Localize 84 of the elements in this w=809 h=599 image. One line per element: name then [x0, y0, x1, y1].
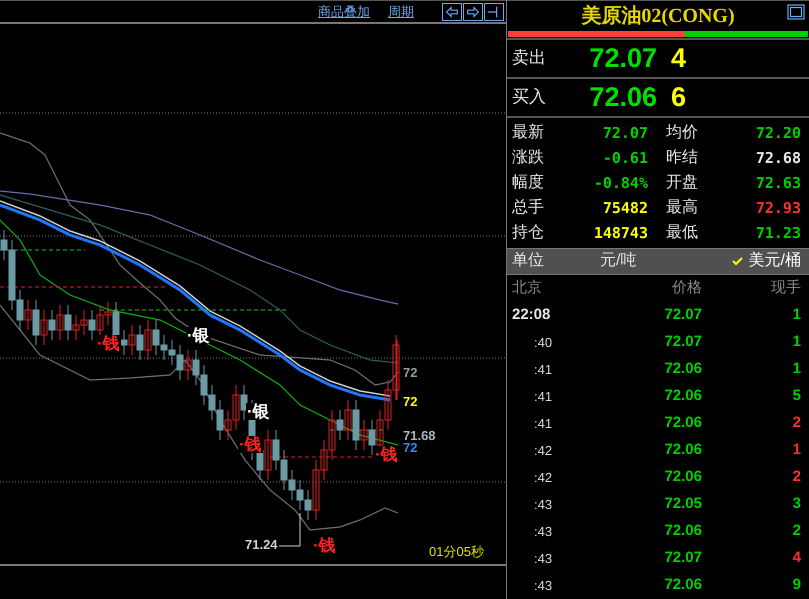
stat-value: 71.23: [756, 223, 801, 244]
signal-marker: ·银: [186, 327, 211, 344]
tick-price: 72.06: [663, 575, 702, 596]
unit-label: 单位: [512, 251, 545, 272]
tick-time: 22:08: [512, 305, 552, 326]
tick-volume: 2: [792, 413, 801, 434]
column-header: 北京: [512, 278, 543, 298]
stat-label: 开盘: [666, 173, 698, 194]
tick-volume: 9: [792, 575, 801, 596]
tick-volume: 5: [792, 386, 801, 406]
tick-time: :42: [533, 442, 554, 460]
tick-price: 72.05: [663, 494, 702, 514]
tick-price: 72.06: [663, 386, 702, 406]
stat-label: 均价: [666, 123, 698, 144]
quote-label: 卖出: [511, 47, 547, 70]
toolbar-link[interactable]: 周期: [388, 5, 414, 18]
signal-marker: ·钱: [238, 436, 263, 453]
tick-time: :43: [533, 576, 554, 595]
price-label: 71.68: [402, 429, 437, 442]
stat-value: 72.93: [756, 198, 801, 220]
price-label: 72: [402, 395, 418, 408]
tick-price: 72.07: [663, 548, 702, 568]
tick-price: 72.06: [663, 521, 702, 542]
stat-label: 最高: [666, 198, 698, 218]
tick-time: :43: [533, 550, 554, 568]
stat-value: 148743: [594, 223, 648, 244]
check-icon: [732, 256, 743, 266]
stat-label: 最低: [666, 223, 698, 244]
tick-price: 72.06: [663, 413, 702, 434]
tick-price: 72.07: [663, 305, 702, 326]
stat-value: 72.07: [602, 123, 648, 144]
column-header: 现手: [770, 278, 801, 298]
quote-price: 72.07: [588, 42, 657, 75]
tick-volume: 1: [792, 359, 801, 380]
unit-option[interactable]: 元/吨: [600, 249, 636, 274]
stat-label: 昨结: [666, 148, 698, 168]
maximize-icon[interactable]: [787, 4, 805, 20]
stat-label: 幅度: [512, 172, 544, 194]
tick-volume: 2: [792, 467, 801, 488]
stat-label: 最新: [512, 122, 544, 144]
split-pane-icon[interactable]: [484, 2, 504, 20]
tick-volume: 2: [792, 521, 801, 542]
stat-value: 72.20: [756, 123, 801, 144]
quote-volume: 4: [671, 42, 686, 75]
tick-time: :42: [533, 468, 554, 487]
stat-label: 总手: [512, 198, 544, 218]
quote-price: 72.06: [588, 80, 657, 114]
stat-label: 持仓: [512, 223, 544, 244]
column-header: 价格: [671, 278, 702, 298]
tick-time: :43: [533, 522, 554, 541]
instrument-title: 美原油02(CONG): [581, 4, 735, 29]
tick-volume: 3: [792, 494, 801, 514]
price-label: 72: [402, 366, 418, 379]
tick-price: 72.06: [663, 440, 702, 460]
signal-marker: ·钱: [374, 446, 399, 463]
candle-wick: [396, 340, 398, 400]
stat-label: 涨跌: [512, 148, 544, 168]
tick-time: :41: [533, 388, 554, 406]
tick-price: 72.07: [663, 332, 702, 352]
quote-label: 买入: [511, 86, 547, 108]
stat-value: 72.68: [756, 148, 801, 170]
tick-volume: 1: [792, 332, 801, 352]
stat-value: -0.61: [602, 148, 648, 170]
tick-price: 72.06: [663, 359, 702, 380]
tick-volume: 1: [792, 440, 801, 460]
price-label: 72: [402, 441, 418, 454]
price-label: 71.24: [244, 538, 279, 551]
stat-value: 72.63: [756, 173, 801, 194]
stat-value: -0.84%: [594, 173, 648, 194]
tick-price: 72.06: [663, 467, 702, 488]
stat-value: 75482: [602, 198, 648, 220]
toolbar-link[interactable]: 商品叠加: [318, 5, 370, 18]
unit-option[interactable]: 美元/桶: [732, 249, 801, 274]
tick-time: :41: [533, 360, 554, 379]
signal-marker: ·银: [246, 403, 271, 420]
signal-marker: ·钱: [96, 335, 121, 352]
tick-volume: 1: [792, 305, 801, 326]
signal-marker: ·钱: [312, 537, 337, 554]
tick-time: :43: [533, 496, 554, 514]
tick-time: :40: [533, 334, 554, 352]
tick-volume: 4: [792, 548, 801, 568]
tick-time: :41: [533, 414, 554, 433]
quote-volume: 6: [671, 80, 686, 114]
countdown-timer: 01分05秒: [428, 545, 485, 558]
